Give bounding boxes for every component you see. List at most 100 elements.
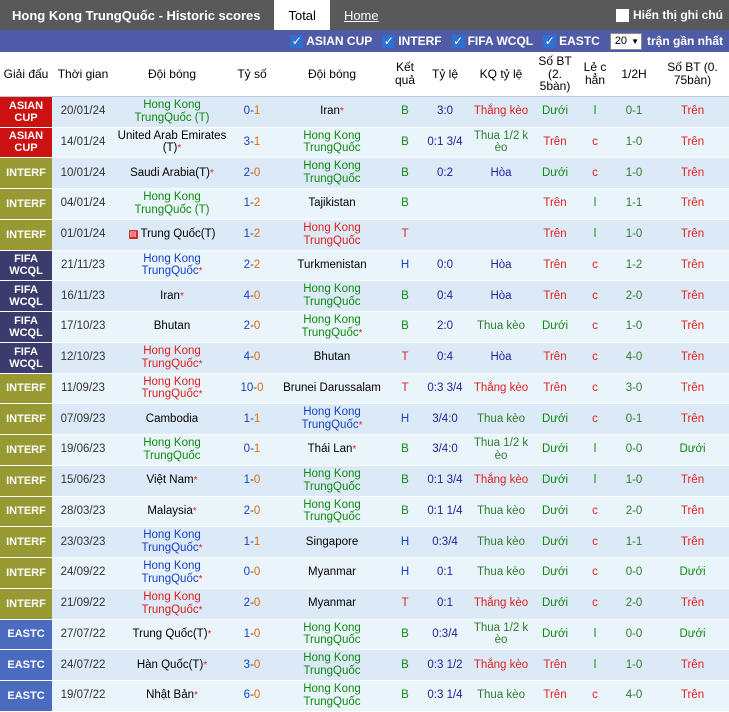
team-name: Hong Kong TrungQuốc	[301, 314, 361, 339]
odds-value: 0:3 1/4	[420, 680, 470, 712]
match-count-select[interactable]: 20 ▼	[609, 32, 642, 50]
league-badge[interactable]: INTERF	[0, 526, 52, 559]
table-row[interactable]: INTERF 15/06/23 Việt Nam* 1-0 Hong Kong Trun…	[0, 465, 729, 497]
league-badge[interactable]: INTERF	[0, 588, 52, 620]
check-icon[interactable]: ✓	[290, 34, 304, 48]
col-odd-even[interactable]: Lẻ c hẳn	[578, 52, 612, 97]
table-row[interactable]: FIFA WCQL 12/10/23 Hong Kong TrungQuốc* 4-0…	[0, 342, 729, 374]
half-time-score: 1-0	[612, 311, 656, 343]
chevron-down-icon[interactable]: ▼	[631, 37, 639, 46]
video-icon[interactable]: ▤	[128, 229, 138, 239]
table-row[interactable]: INTERF 19/06/23 Hong Kong TrungQuốc 0-1 Thái…	[0, 434, 729, 466]
table-row[interactable]: INTERF 28/03/23 Malaysia* 2-0 Hong Kong Trun…	[0, 496, 729, 528]
league-badge[interactable]: INTERF	[0, 188, 52, 220]
over-under-075: Trên	[656, 127, 729, 159]
team-name: Malaysia	[147, 504, 193, 517]
table-row[interactable]: INTERF 01/01/24 ▤ Trung Quốc(T) 1-2 Hong Kong…	[0, 219, 729, 251]
match-score: 0-1	[230, 96, 274, 128]
team-name: Iran	[160, 289, 180, 302]
check-icon[interactable]: ✓	[382, 34, 396, 48]
table-row[interactable]: INTERF 11/09/23 Hong Kong TrungQuốc* 10-0 Br…	[0, 373, 729, 405]
col-time[interactable]: Thời gian	[52, 52, 114, 97]
filter-eastc[interactable]: ✓ EASTC	[543, 34, 600, 48]
col-odds[interactable]: Tỷ lệ	[420, 52, 470, 97]
tab-total[interactable]: Total	[274, 0, 330, 30]
table-header-row: Giải đấu Thời gian Đội bóng Tỷ số Đội bó…	[0, 52, 729, 97]
league-badge[interactable]: INTERF	[0, 373, 52, 405]
team-name: Hong Kong TrungQuốc	[141, 560, 201, 585]
away-team: Turkmenistan	[274, 250, 390, 282]
col-odds-result[interactable]: KQ tỷ lệ	[470, 52, 532, 97]
check-icon[interactable]: ✓	[543, 34, 557, 48]
table-row[interactable]: FIFA WCQL 21/11/23 Hong Kong TrungQuốc* 2-2…	[0, 250, 729, 282]
league-badge[interactable]: FIFA WCQL	[0, 311, 52, 343]
team-name: Bhutan	[153, 320, 191, 333]
half-time-score: 2-0	[612, 280, 656, 313]
asterisk-icon: *	[177, 143, 182, 155]
league-badge[interactable]: FIFA WCQL	[0, 280, 52, 313]
match-date: 15/06/23	[52, 465, 114, 497]
league-badge[interactable]: ASIAN CUP	[0, 127, 52, 159]
league-badge[interactable]: EASTC	[0, 619, 52, 651]
league-badge[interactable]: INTERF	[0, 403, 52, 436]
table-row[interactable]: EASTC 24/07/22 Hàn Quốc(T)* 3-0 Hong Kong Tr…	[0, 649, 729, 682]
odd-even: l	[578, 188, 612, 220]
team-name: Tajikistan	[308, 197, 356, 210]
odd-even: c	[578, 403, 612, 436]
over-under-25: Trên	[532, 188, 578, 220]
team-name: Hong Kong TrungQuốc	[303, 160, 361, 186]
col-score[interactable]: Tỷ số	[230, 52, 274, 97]
match-count-suffix: trận gần nhất	[646, 34, 723, 48]
table-row[interactable]: INTERF 07/09/23 Cambodia 1-1 Hong Kong Trung…	[0, 403, 729, 436]
col-ou-25[interactable]: Số BT (2. 5bàn)	[532, 52, 578, 97]
table-row[interactable]: INTERF 04/01/24 Hong Kong TrungQuốc (T) 1-2…	[0, 188, 729, 220]
league-badge[interactable]: FIFA WCQL	[0, 342, 52, 374]
col-result[interactable]: Kết quả	[390, 52, 420, 97]
away-team: Hong Kong TrungQuốc	[274, 157, 390, 190]
show-notes-toggle[interactable]: Hiển thị ghi chú	[616, 0, 729, 30]
col-away-team[interactable]: Đội bóng	[274, 52, 390, 97]
filter-interf[interactable]: ✓ INTERF	[382, 34, 442, 48]
table-row[interactable]: INTERF 21/09/22 Hong Kong TrungQuốc* 2-0 Mya…	[0, 588, 729, 620]
col-half[interactable]: 1/2H	[612, 52, 656, 97]
league-badge[interactable]: INTERF	[0, 219, 52, 251]
table-row[interactable]: FIFA WCQL 16/11/23 Iran* 4-0 Hong Kong Trung…	[0, 280, 729, 313]
league-badge[interactable]: INTERF	[0, 496, 52, 528]
league-badge[interactable]: INTERF	[0, 557, 52, 589]
away-team: Myanmar	[274, 588, 390, 620]
league-badge[interactable]: INTERF	[0, 434, 52, 466]
col-home-team[interactable]: Đội bóng	[114, 52, 230, 97]
table-row[interactable]: INTERF 10/01/24 Saudi Arabia(T)* 2-0 Hong Ko…	[0, 157, 729, 190]
col-ou-075[interactable]: Số BT (0. 75bàn)	[656, 52, 729, 97]
result-code: B	[390, 157, 420, 190]
checkbox-unchecked-icon[interactable]	[616, 8, 629, 22]
team-name: Nhật Bản	[146, 689, 195, 702]
table-row[interactable]: INTERF 23/03/23 Hong Kong TrungQuốc* 1-1 Sin…	[0, 526, 729, 559]
league-badge[interactable]: ASIAN CUP	[0, 96, 52, 128]
odds-value: 0:3/4	[420, 619, 470, 651]
table-row[interactable]: EASTC 19/07/22 Nhật Bản* 6-0 Hong Kong Trung…	[0, 680, 729, 712]
league-badge[interactable]: EASTC	[0, 680, 52, 712]
league-badge[interactable]: EASTC	[0, 649, 52, 682]
tab-home[interactable]: Home	[330, 0, 393, 30]
result-code: H	[390, 250, 420, 282]
table-row[interactable]: ASIAN CUP 14/01/24 United Arab Emirates (T…	[0, 127, 729, 159]
table-row[interactable]: EASTC 27/07/22 Trung Quốc(T)* 1-0 Hong Kong …	[0, 619, 729, 651]
col-league[interactable]: Giải đấu	[0, 52, 52, 97]
match-date: 28/03/23	[52, 496, 114, 528]
check-icon[interactable]: ✓	[451, 34, 465, 48]
team-name: Hong Kong TrungQuốc	[301, 406, 361, 432]
over-under-25: Dưới	[532, 588, 578, 620]
home-team: Hong Kong TrungQuốc*	[114, 342, 230, 374]
league-badge[interactable]: INTERF	[0, 157, 52, 190]
match-score: 2-0	[230, 588, 274, 620]
match-score: 1-1	[230, 526, 274, 559]
filter-asian-cup[interactable]: ✓ ASIAN CUP	[290, 34, 372, 48]
table-row[interactable]: ASIAN CUP 20/01/24 Hong Kong TrungQuốc (T)…	[0, 96, 729, 128]
match-score: 1-0	[230, 465, 274, 497]
filter-fifa-wcql[interactable]: ✓ FIFA WCQL	[451, 34, 533, 48]
league-badge[interactable]: INTERF	[0, 465, 52, 497]
table-row[interactable]: INTERF 24/09/22 Hong Kong TrungQuốc* 0-0 Mya…	[0, 557, 729, 589]
table-row[interactable]: FIFA WCQL 17/10/23 Bhutan 2-0 Hong Kong Trun…	[0, 311, 729, 343]
league-badge[interactable]: FIFA WCQL	[0, 250, 52, 282]
